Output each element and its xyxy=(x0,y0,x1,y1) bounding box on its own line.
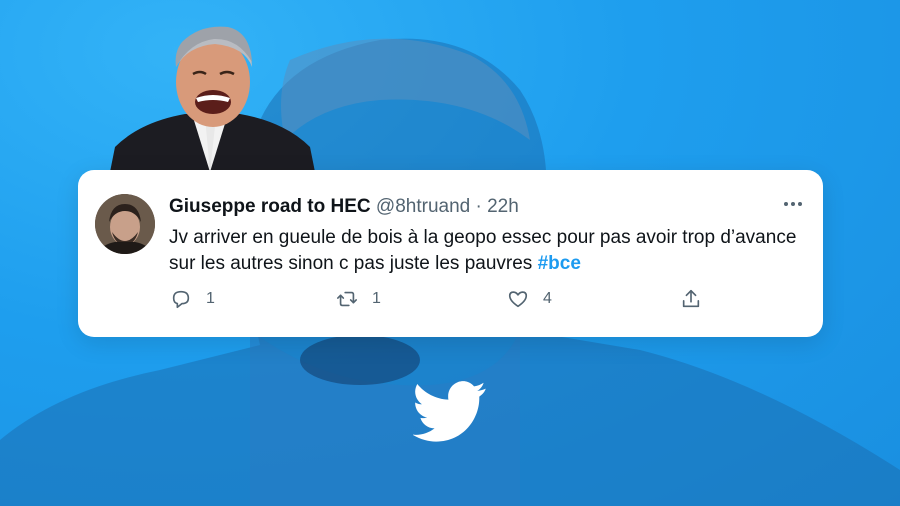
retweet-button[interactable]: 1 xyxy=(336,288,381,310)
share-icon xyxy=(682,289,700,308)
like-count: 4 xyxy=(543,290,552,307)
tweet-text: Jv arriver en gueule de bois à la geopo … xyxy=(169,225,809,277)
reply-icon xyxy=(172,290,190,309)
tweet-header: Giuseppe road to HEC @8htruand · 22h xyxy=(169,196,519,218)
reply-button[interactable]: 1 xyxy=(170,288,215,310)
like-button[interactable]: 4 xyxy=(507,288,552,310)
hashtag-link[interactable]: #bce xyxy=(538,253,581,274)
retweet-count: 1 xyxy=(372,290,381,307)
timestamp[interactable]: 22h xyxy=(487,196,519,217)
heart-icon xyxy=(508,291,528,308)
retweet-icon xyxy=(337,291,357,307)
twitter-bird-icon xyxy=(413,381,486,442)
avatar[interactable] xyxy=(95,194,155,254)
tweet-text-body: Jv arriver en gueule de bois à la geopo … xyxy=(169,227,797,274)
tweet-actions: 1 1 4 xyxy=(170,288,710,314)
laughing-man-photo xyxy=(110,26,315,172)
more-horizontal-icon[interactable] xyxy=(781,192,805,216)
handle[interactable]: @8htruand xyxy=(376,196,470,217)
share-button[interactable] xyxy=(680,288,702,310)
reply-count: 1 xyxy=(206,290,215,307)
separator: · xyxy=(475,196,482,217)
avatar-image xyxy=(95,194,155,254)
display-name[interactable]: Giuseppe road to HEC xyxy=(169,196,371,217)
tweet-card[interactable]: Giuseppe road to HEC @8htruand · 22h Jv … xyxy=(78,170,823,337)
